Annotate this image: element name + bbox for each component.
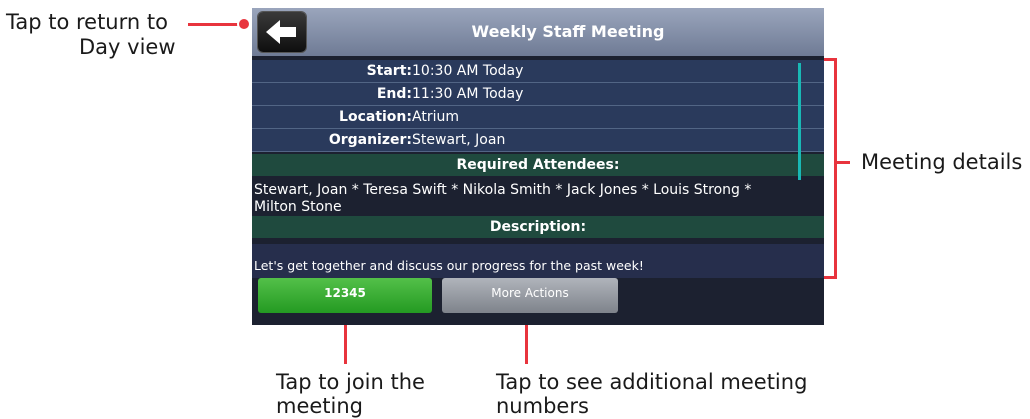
callout-back-line2: Day view bbox=[79, 35, 176, 59]
callout-bracket-bottom bbox=[822, 276, 836, 279]
detail-label: Location: bbox=[339, 109, 412, 125]
callout-join-line2: meeting bbox=[276, 394, 364, 418]
attendees-line-2: Milton Stone bbox=[254, 199, 342, 215]
detail-row-organizer: Organizer: Stewart, Joan bbox=[252, 129, 824, 152]
description-heading: Description: bbox=[252, 216, 824, 238]
detail-row-start: Start: 10:30 AM Today bbox=[252, 60, 824, 83]
detail-value: 10:30 AM Today bbox=[412, 63, 524, 79]
callout-back-dot bbox=[237, 17, 251, 31]
description-body: Let's get together and discuss our progr… bbox=[252, 244, 824, 278]
back-button[interactable] bbox=[258, 12, 306, 52]
more-actions-button[interactable]: More Actions bbox=[442, 278, 618, 313]
detail-label: End: bbox=[376, 86, 412, 102]
callout-details: Meeting details bbox=[861, 150, 1023, 174]
callout-join-line1: Tap to join the bbox=[276, 370, 425, 394]
attendees-line-1: Stewart, Joan * Teresa Swift * Nikola Sm… bbox=[254, 182, 752, 198]
phone-screen: Weekly Staff Meeting Start: 10:30 AM Tod… bbox=[252, 8, 824, 325]
detail-row-end: End: 11:30 AM Today bbox=[252, 83, 824, 106]
attendees-list: Stewart, Joan * Teresa Swift * Nikola Sm… bbox=[254, 182, 814, 216]
back-arrow-icon bbox=[266, 20, 296, 44]
callout-back-line1: Tap to return to bbox=[6, 10, 168, 34]
detail-label: Organizer: bbox=[328, 132, 412, 148]
detail-row-location: Location: Atrium bbox=[252, 106, 824, 129]
callout-more-line2: numbers bbox=[496, 394, 589, 418]
scrollbar[interactable] bbox=[798, 63, 801, 180]
attendees-heading: Required Attendees: bbox=[252, 154, 824, 176]
title-bar: Weekly Staff Meeting bbox=[252, 8, 824, 56]
detail-value: Stewart, Joan bbox=[412, 132, 506, 148]
description-text: Let's get together and discuss our progr… bbox=[254, 258, 644, 273]
callout-more-line1: Tap to see additional meeting bbox=[496, 370, 808, 394]
page-title: Weekly Staff Meeting bbox=[471, 22, 665, 41]
callout-bracket-tick bbox=[836, 161, 850, 164]
join-meeting-button[interactable]: 12345 bbox=[258, 278, 432, 313]
callout-bracket-vertical bbox=[834, 58, 837, 279]
detail-label: Start: bbox=[366, 63, 412, 79]
callout-back-line bbox=[188, 23, 244, 26]
detail-value: 11:30 AM Today bbox=[412, 86, 524, 102]
detail-value: Atrium bbox=[412, 109, 459, 125]
